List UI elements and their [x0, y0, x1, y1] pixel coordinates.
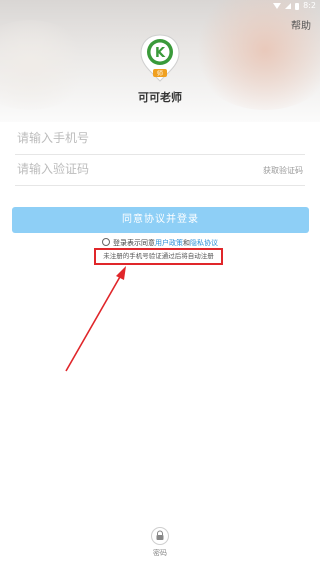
agreement-prefix: 登录表示同意 — [113, 239, 155, 247]
app-name: 可可老师 — [138, 91, 182, 104]
app-logo: K 师 — [140, 34, 180, 82]
code-input[interactable] — [15, 155, 237, 183]
status-time: 8:2 — [303, 1, 316, 10]
battery-icon — [295, 2, 300, 10]
agreement-and: 和 — [183, 239, 190, 247]
password-login-label: 密码 — [153, 549, 167, 557]
status-bar: 8:2 — [0, 0, 320, 12]
logo-badge: 师 — [157, 70, 163, 78]
code-field: 获取验证码 — [15, 155, 305, 186]
wifi-icon — [273, 3, 282, 9]
privacy-link[interactable]: 隐私协议 — [190, 239, 218, 247]
auto-register-notice: 未注册的手机号验证通过后将自动注册 — [94, 248, 223, 265]
help-link[interactable]: 帮助 — [291, 17, 311, 32]
get-code-button[interactable]: 获取验证码 — [263, 165, 303, 176]
lock-icon — [151, 527, 169, 545]
phone-field — [15, 124, 305, 155]
user-policy-link[interactable]: 用户政策 — [155, 239, 183, 247]
logo-letter: K — [155, 46, 166, 61]
agree-checkbox[interactable] — [102, 238, 110, 246]
login-button[interactable]: 同意协议并登录 — [12, 207, 309, 233]
signal-icon — [285, 3, 292, 9]
agreement-line: 登录表示同意用户政策和隐私协议 — [0, 238, 320, 248]
password-login[interactable]: 密码 — [0, 527, 320, 558]
phone-input[interactable] — [15, 124, 237, 152]
